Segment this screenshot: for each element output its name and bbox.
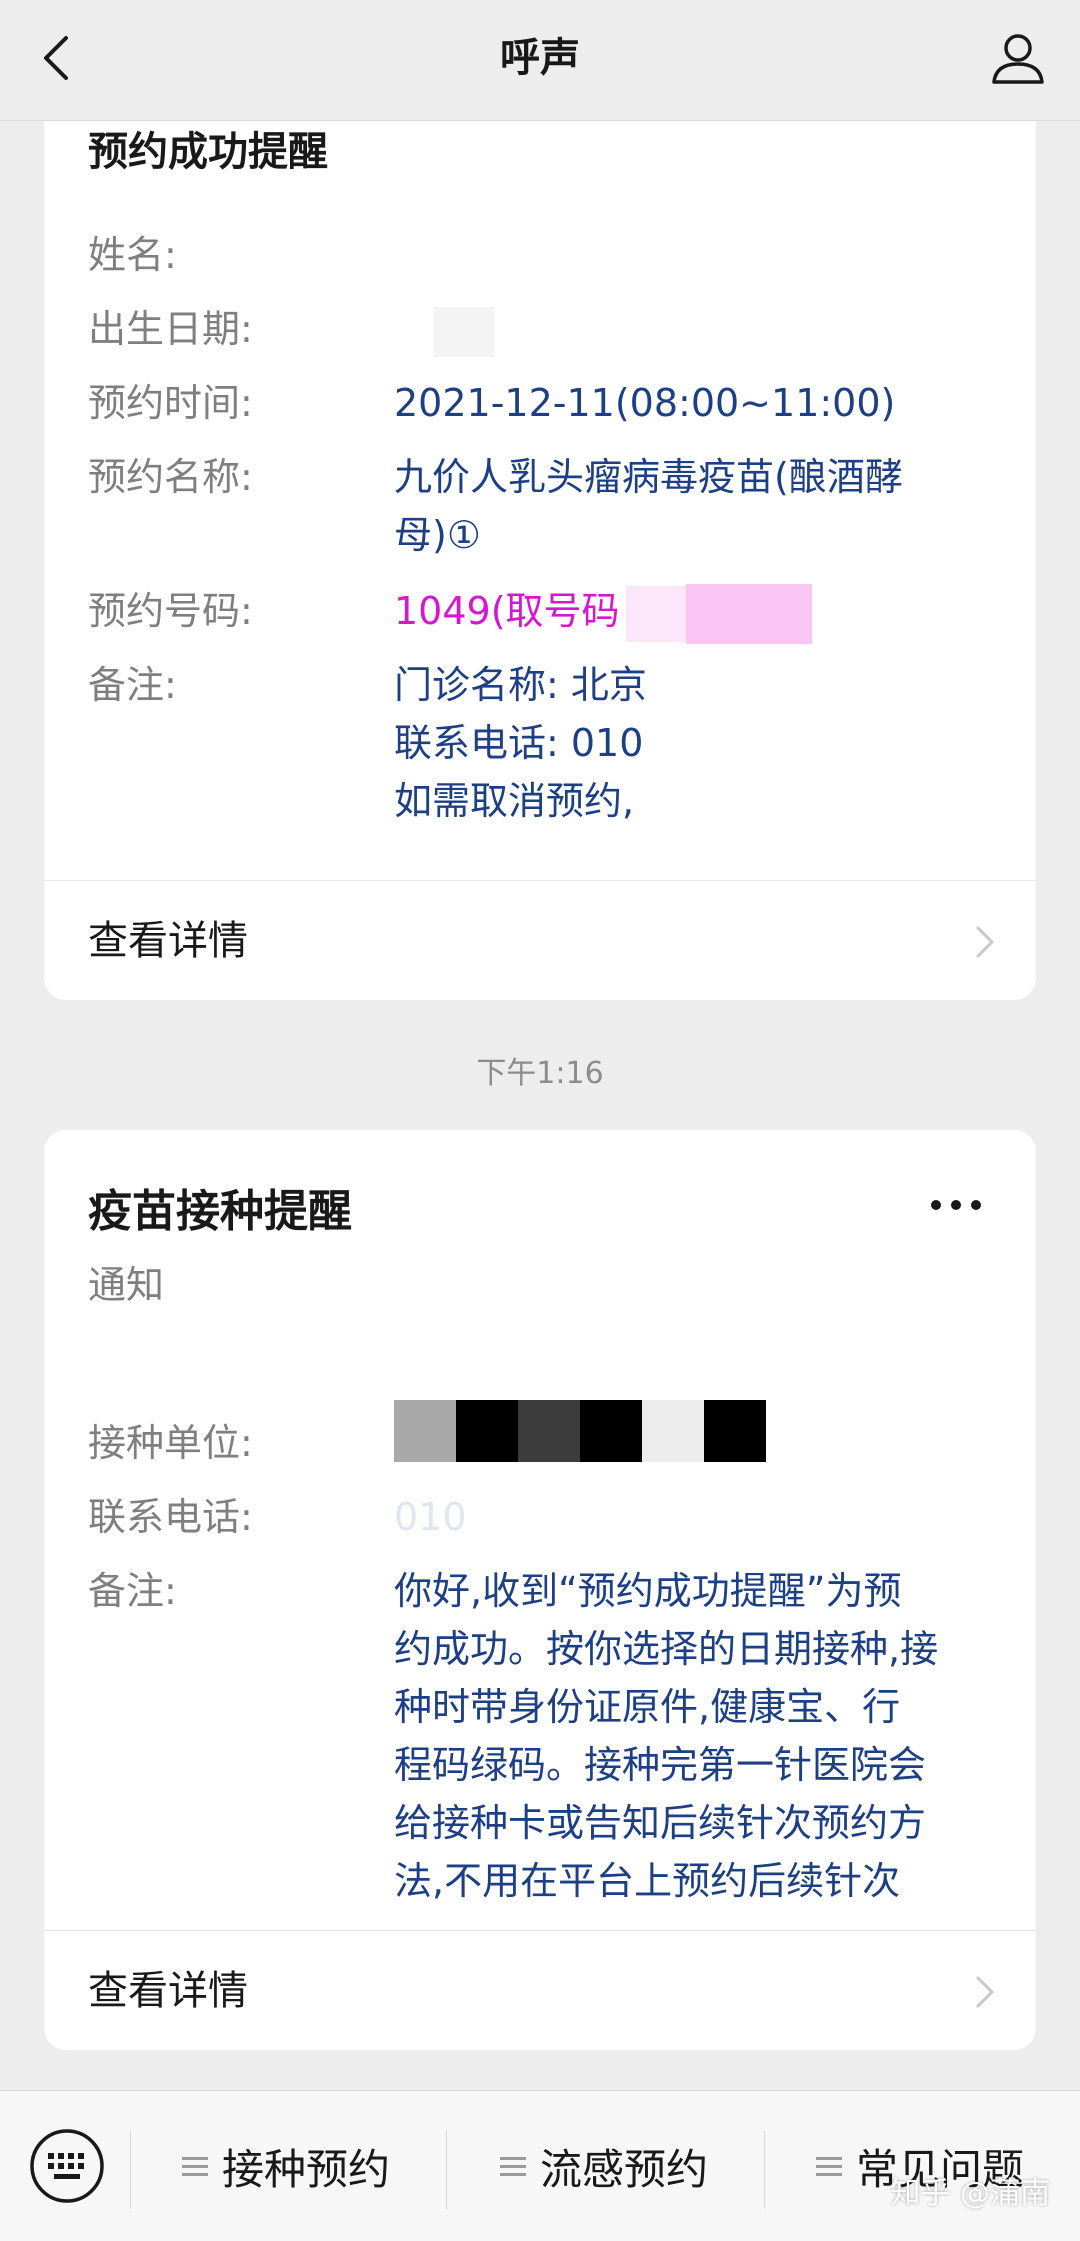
- divider: [44, 880, 1036, 881]
- person-icon[interactable]: [986, 26, 1050, 90]
- field-label: 备注:: [88, 1569, 177, 1613]
- menu-lines-icon: [816, 2152, 842, 2181]
- chevron-right-icon: [976, 1976, 994, 2008]
- nav-bar: 呼声: [0, 0, 1080, 121]
- remark-line: 法,不用在平台上预约后续针次: [394, 1859, 901, 1903]
- field-remarks: 备注: 你好,收到“预约成功提醒”为预 约成功。按你选择的日期接种,接 种时带身…: [88, 1562, 996, 1922]
- remark-line: 种时带身份证原件,健康宝、行: [394, 1685, 901, 1729]
- remark-line: 给接种卡或告知后续针次预约方: [394, 1801, 927, 1845]
- field-value-line: 门诊名称: 北京: [394, 663, 647, 707]
- field-label: 备注:: [88, 663, 177, 707]
- chevron-right-icon: [976, 926, 994, 958]
- field-value: 1049(取号码: [394, 589, 620, 633]
- card-title: 预约成功提醒: [88, 129, 328, 175]
- menu-separator: [764, 2131, 765, 2209]
- field-value-line: 母)①: [394, 513, 481, 557]
- watermark: 知乎 @蒲南: [890, 2176, 1050, 2211]
- redacted-mosaic: [394, 1400, 996, 1462]
- field-label: 接种单位:: [88, 1421, 253, 1465]
- field-value-line: 如需取消预约,: [394, 779, 635, 823]
- field-remarks: 备注: 门诊名称: 北京 联系电话: 010 如需取消预约,: [88, 656, 996, 846]
- remark-line: 你好,收到“预约成功提醒”为预: [394, 1569, 902, 1613]
- more-dots-icon[interactable]: [926, 1190, 986, 1220]
- field-appointment-name: 预约名称: 九价人乳头瘤病毒疫苗(酿酒酵 母)①: [88, 448, 996, 568]
- divider: [44, 1930, 1036, 1931]
- field-value: 010: [394, 1495, 467, 1539]
- redacted-block: [625, 585, 686, 642]
- menu-item-vaccination-booking[interactable]: 接种预约: [182, 2091, 390, 2241]
- menu-separator: [130, 2131, 131, 2209]
- field-label: 预约名称:: [88, 455, 253, 499]
- menu-separator: [446, 2131, 447, 2209]
- menu-item-label: 接种预约: [222, 2144, 391, 2194]
- view-details-label: 查看详情: [88, 918, 248, 964]
- redacted-block: [434, 306, 494, 357]
- field-label: 预约号码:: [88, 589, 253, 633]
- bottom-menu-bar: 接种预约 流感预约 常见问题: [0, 2090, 1080, 2241]
- field-label: 出生日期:: [88, 307, 253, 351]
- field-value-line: 九价人乳头瘤病毒疫苗(酿酒酵: [394, 455, 903, 499]
- menu-item-label: 流感预约: [540, 2144, 709, 2194]
- remark-line: 约成功。按你选择的日期接种,接: [394, 1627, 939, 1671]
- keyboard-icon[interactable]: [28, 2127, 106, 2205]
- card-subtitle: 通知: [88, 1263, 165, 1307]
- appointment-success-card: 预约成功提醒 姓名: 出生日期: 预约时间: 2021-12-11(08:00~…: [44, 60, 1036, 1000]
- field-label: 联系电话:: [88, 1495, 253, 1539]
- vaccination-reminder-card: 疫苗接种提醒 通知 接种单位: 联系电话: 010 备注: 你好,收到“预约成功…: [44, 1130, 1036, 2050]
- message-timestamp: 下午1:16: [476, 1056, 604, 1091]
- field-label: 预约时间:: [88, 381, 253, 425]
- view-details-button[interactable]: 查看详情: [44, 1932, 1036, 2050]
- menu-lines-icon: [182, 2152, 208, 2181]
- view-details-button[interactable]: 查看详情: [44, 882, 1036, 1000]
- menu-item-flu-booking[interactable]: 流感预约: [500, 2091, 708, 2241]
- redacted-block: [685, 583, 812, 644]
- field-value-line: 联系电话: 010: [394, 721, 644, 765]
- menu-lines-icon: [500, 2152, 526, 2181]
- menu-item-faq[interactable]: 常见问题: [816, 2091, 1024, 2241]
- field-label: 姓名:: [88, 233, 177, 277]
- card-title: 疫苗接种提醒: [88, 1186, 352, 1237]
- field-value: 2021-12-11(08:00~11:00): [394, 381, 896, 425]
- page-title: 呼声: [500, 35, 580, 81]
- view-details-label: 查看详情: [88, 1968, 248, 2014]
- remark-line: 程码绿码。接种完第一针医院会: [394, 1743, 927, 1787]
